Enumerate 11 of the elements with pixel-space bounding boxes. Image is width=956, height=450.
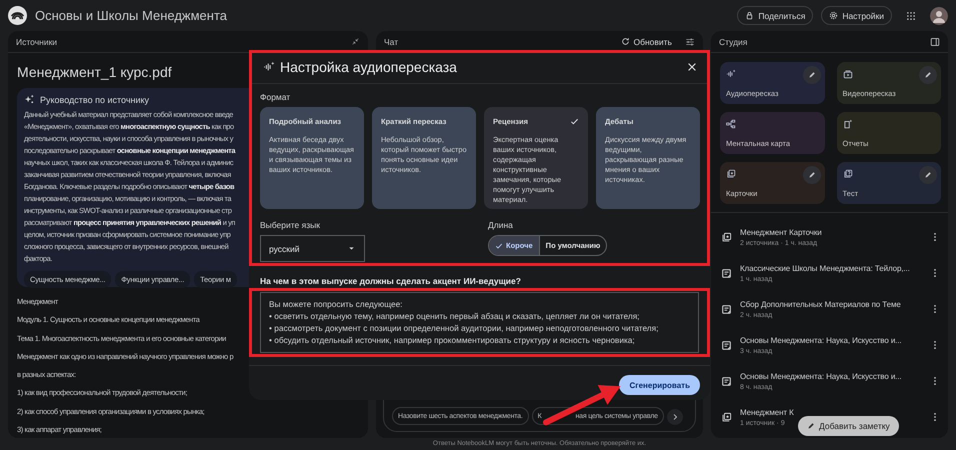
format-label: Формат bbox=[260, 92, 290, 102]
notebook-title: Основы и Школы Менеджмента bbox=[35, 8, 228, 23]
length-label: Длина bbox=[488, 220, 513, 230]
document-title: Менеджмент_1 курс.pdf bbox=[17, 64, 172, 80]
panel-title: Студия bbox=[719, 36, 748, 46]
focus-question: На чем в этом выпуске должны сделать акцент ИИ-ведущие? bbox=[260, 276, 521, 286]
panel-title: Источники bbox=[16, 36, 58, 46]
language-label: Выберите язык bbox=[260, 220, 320, 230]
panel-title: Чат bbox=[384, 36, 400, 46]
dialog-title: Настройка аудиопересказа bbox=[280, 58, 458, 74]
guide-title: Руководство по источнику bbox=[40, 94, 150, 104]
